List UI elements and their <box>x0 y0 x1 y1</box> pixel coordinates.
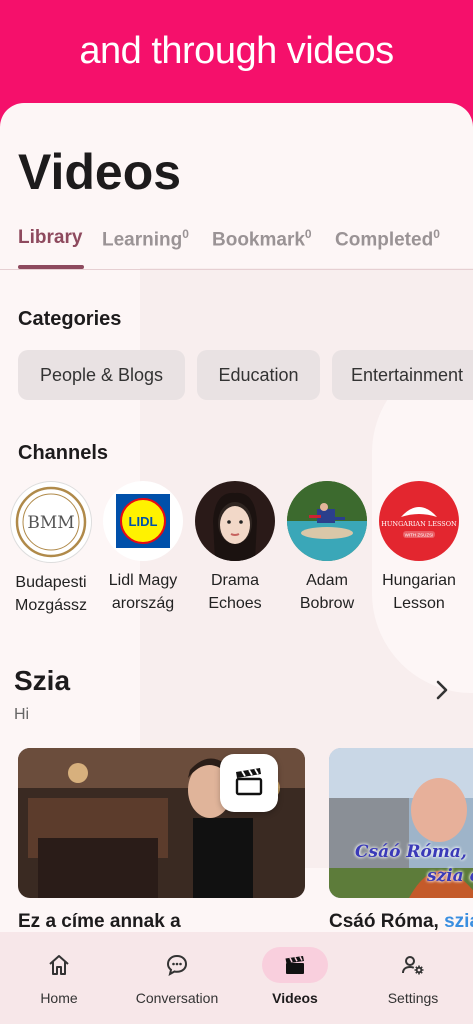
video-title[interactable]: Csáó Róma, szia <box>329 911 473 933</box>
categories-heading: Categories <box>18 308 122 330</box>
tab-completed[interactable]: Completed0 <box>335 227 440 251</box>
channel-avatar-lidl: LIDL <box>103 481 183 561</box>
clapperboard-icon <box>235 768 263 796</box>
tab-learning[interactable]: Learning0 <box>102 227 189 251</box>
channel-avatar-hungarian-lesson: HUNGARIAN LESSON WITH ZSUZSI <box>379 481 459 561</box>
channel-name: Bobrow <box>299 595 355 612</box>
channel-item[interactable]: Drama Echoes <box>192 481 278 615</box>
add-video-fab[interactable] <box>220 754 278 812</box>
channel-name: Hungarian <box>382 572 456 589</box>
banner-text: and through videos <box>79 30 394 72</box>
bmm-logo: BMM <box>15 486 87 558</box>
svg-text:BMM: BMM <box>27 513 74 533</box>
channel-name: Adam <box>306 572 348 589</box>
page-title: Videos <box>18 144 182 200</box>
thumbnail-caption: Csáó Róma, <box>355 842 467 862</box>
tab-bookmark[interactable]: Bookmark0 <box>212 227 312 251</box>
thumbnail-caption: szia c <box>427 866 473 886</box>
channel-avatar-adam-bobrow <box>287 481 367 561</box>
home-icon <box>49 955 69 975</box>
chat-icon <box>166 954 188 976</box>
section-title: Szia <box>14 665 71 696</box>
svg-text:WITH ZSUZSI: WITH ZSUZSI <box>405 533 434 538</box>
nav-label: Home <box>40 990 78 1006</box>
nav-videos[interactable]: Videos <box>240 932 350 1024</box>
hungarian-lesson-logo: HUNGARIAN LESSON WITH ZSUZSI <box>381 507 457 538</box>
nav-conversation[interactable]: Conversation <box>122 932 232 1024</box>
section-subtitle: Hi <box>14 706 30 723</box>
video-title[interactable]: Ez a címe annak a <box>18 911 181 933</box>
channel-name: Lidl Magy <box>108 572 178 589</box>
video-thumbnail[interactable]: Csáó Róma, szia c <box>329 748 473 898</box>
nav-home[interactable]: Home <box>4 932 114 1024</box>
chevron-right-icon[interactable] <box>430 678 454 702</box>
channel-item[interactable]: Adam Bobrow <box>284 481 370 615</box>
nav-label: Videos <box>272 990 318 1006</box>
channel-name: Drama <box>210 572 259 589</box>
svg-text:LIDL: LIDL <box>129 514 158 529</box>
tab-indicator <box>18 265 84 269</box>
category-chip-education[interactable]: Education <box>197 350 320 400</box>
channel-name: Lesson <box>393 595 445 612</box>
nav-settings[interactable]: Settings <box>358 932 468 1024</box>
bottom-navigation: Home Conversation Videos Settings <box>0 932 473 1024</box>
channel-name: Echoes <box>208 595 262 612</box>
channel-avatar-bmm: BMM <box>10 481 92 563</box>
channel-item[interactable]: HUNGARIAN LESSON WITH ZSUZSI Hungarian Le… <box>376 481 462 615</box>
category-chip-people-blogs[interactable]: People & Blogs <box>18 350 185 400</box>
content-sheet: Videos Library Learning0 Bookmark0 Compl… <box>0 103 473 1024</box>
channel-avatar-drama-echoes <box>195 481 275 561</box>
lidl-logo: LIDL <box>116 494 170 548</box>
channel-name: Budapesti <box>15 574 87 591</box>
svg-text:HUNGARIAN LESSON: HUNGARIAN LESSON <box>381 520 457 528</box>
channel-name: arország <box>111 595 175 612</box>
nav-label: Settings <box>387 990 439 1006</box>
category-chip-entertainment[interactable]: Entertainment <box>332 350 473 400</box>
channel-item[interactable]: BMM Budapesti Mozgássz <box>8 481 94 617</box>
channel-item[interactable]: LIDL Lidl Magy arország <box>100 481 186 615</box>
clapperboard-icon <box>285 956 304 974</box>
channel-name: Mozgássz <box>14 597 88 614</box>
tab-library[interactable]: Library <box>18 227 82 249</box>
tab-bar: Library Learning0 Bookmark0 Completed0 <box>0 223 473 270</box>
channels-heading: Channels <box>18 442 109 464</box>
nav-label: Conversation <box>135 990 219 1006</box>
user-settings-icon <box>402 956 424 975</box>
